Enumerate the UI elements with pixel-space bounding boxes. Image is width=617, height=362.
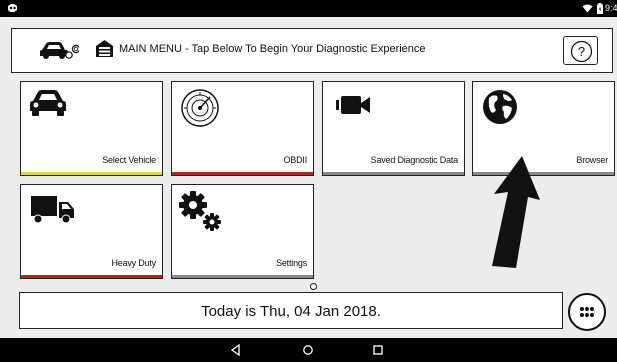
status-clock: 9:40	[605, 3, 617, 13]
tile-heavy-duty[interactable]: Heavy Duty	[20, 184, 163, 279]
battery-icon	[597, 3, 603, 14]
back-icon[interactable]	[230, 344, 242, 356]
apps-button[interactable]	[568, 293, 606, 331]
annotation-arrow	[492, 156, 540, 268]
tile-label: Heavy Duty	[111, 258, 156, 268]
apps-grid-icon	[580, 307, 594, 317]
main-menu-header: MAIN MENU - Tap Below To Begin Your Diag…	[11, 28, 613, 73]
garage-icon	[96, 40, 113, 57]
tile-saved-diagnostic-data[interactable]: Saved Diagnostic Data	[322, 81, 465, 176]
tile-settings[interactable]: Settings	[171, 184, 314, 279]
tile-select-vehicle[interactable]: Select Vehicle	[20, 81, 163, 176]
status-bar: 9:40	[0, 0, 617, 17]
tile-accent-bar	[172, 275, 313, 278]
video-camera-icon	[336, 96, 370, 114]
gears-icon	[179, 191, 221, 231]
tile-accent-bar	[323, 172, 464, 175]
gauge-icon	[181, 89, 219, 127]
tile-accent-bar	[172, 172, 313, 175]
tile-accent-bar	[21, 172, 162, 175]
globe-icon	[483, 90, 517, 124]
tile-label: OBDII	[283, 155, 307, 165]
home-icon[interactable]	[302, 344, 314, 356]
date-text: Today is Thu, 04 Jan 2018.	[201, 303, 381, 320]
svg-text:?: ?	[578, 44, 585, 59]
tile-accent-bar	[21, 275, 162, 278]
car-icon	[30, 90, 66, 116]
wifi-icon	[582, 4, 593, 13]
page-title: MAIN MENU - Tap Below To Begin Your Diag…	[119, 43, 426, 55]
tile-label: Settings	[276, 258, 307, 268]
recents-icon[interactable]	[372, 344, 384, 356]
tile-label: Browser	[576, 155, 608, 165]
tile-obdii[interactable]: OBDII	[171, 81, 314, 176]
page-indicator-dot	[310, 283, 317, 290]
help-icon: ?	[570, 40, 593, 63]
android-nav-bar	[0, 338, 617, 362]
tile-label: Saved Diagnostic Data	[370, 155, 459, 165]
notification-app-icon	[8, 4, 17, 12]
tile-label: Select Vehicle	[102, 155, 156, 165]
help-button[interactable]: ?	[563, 36, 598, 65]
date-panel: Today is Thu, 04 Jan 2018.	[19, 292, 563, 329]
car-icon	[40, 42, 79, 59]
truck-icon	[31, 196, 74, 224]
